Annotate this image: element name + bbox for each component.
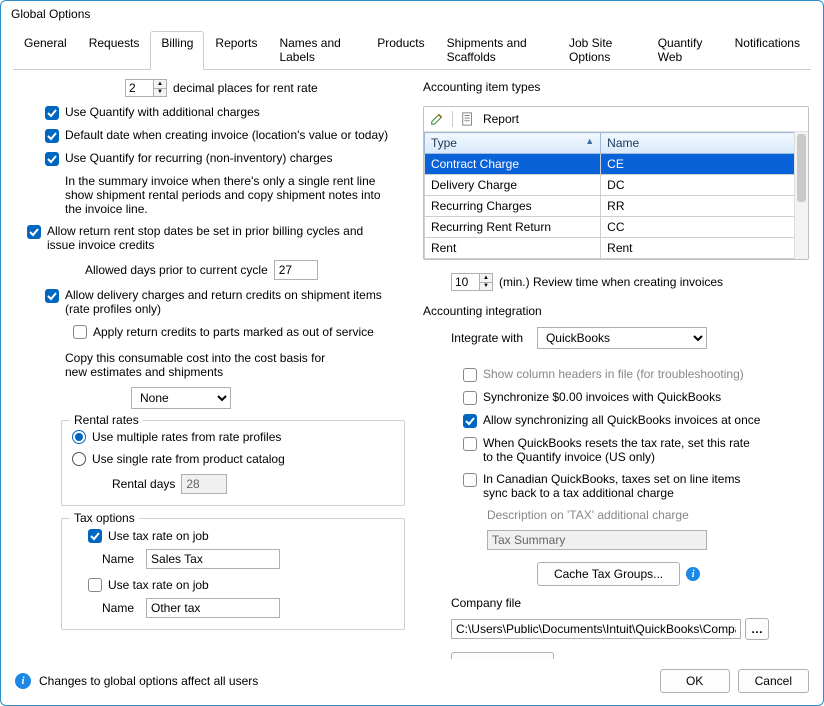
tax-name-1-input[interactable] — [146, 549, 280, 569]
use-quantify-recurring-label: Use Quantify for recurring (non-inventor… — [65, 151, 332, 165]
show-column-headers-label: Show column headers in file (for trouble… — [483, 367, 744, 381]
allow-delivery-charges-label: Allow delivery charges and return credit… — [65, 288, 395, 316]
cancel-button[interactable]: Cancel — [738, 669, 809, 693]
allow-return-rent-label: Allow return rent stop dates be set in p… — [47, 224, 387, 252]
rental-multi-radio[interactable] — [72, 430, 86, 444]
info-icon: i — [15, 673, 31, 689]
tax-name-1-label: Name — [102, 552, 140, 566]
rental-single-label: Use single rate from product catalog — [92, 452, 285, 466]
company-file-input[interactable] — [451, 619, 741, 639]
tax-desc-input — [487, 530, 707, 550]
rental-rates-legend: Rental rates — [70, 413, 143, 427]
apply-return-credits-label: Apply return credits to parts marked as … — [93, 325, 374, 339]
sync-zero-checkbox[interactable] — [463, 391, 477, 405]
qb-reset-tax-checkbox[interactable] — [463, 437, 477, 451]
tax-name-2-input[interactable] — [146, 598, 280, 618]
tabs-bar: General Requests Billing Reports Names a… — [13, 31, 811, 70]
tab-requests[interactable]: Requests — [78, 31, 151, 70]
table-row[interactable]: Recurring ChargesRR — [424, 196, 807, 217]
accounting-integration-label: Accounting integration — [423, 304, 809, 318]
spin-up-icon[interactable]: ▲ — [480, 274, 492, 283]
tax-desc-label: Description on 'TAX' additional charge — [487, 508, 689, 522]
allowed-days-input[interactable] — [274, 260, 318, 280]
apply-return-credits-checkbox[interactable] — [73, 325, 87, 339]
sort-asc-icon: ▲ — [585, 136, 594, 146]
default-date-label: Default date when creating invoice (loca… — [65, 128, 388, 142]
tab-shipments[interactable]: Shipments and Scaffolds — [436, 31, 558, 70]
table-row[interactable]: Contract ChargeCE — [424, 154, 807, 175]
table-row[interactable]: Delivery ChargeDC — [424, 175, 807, 196]
test-settings-button[interactable]: Test Settings — [451, 652, 554, 659]
cache-tax-groups-button[interactable]: Cache Tax Groups... — [537, 562, 680, 586]
table-scrollbar[interactable] — [794, 132, 808, 259]
tab-quantify-web[interactable]: Quantify Web — [647, 31, 724, 70]
canadian-qb-label: In Canadian QuickBooks, taxes set on lin… — [483, 472, 763, 500]
review-minutes-spinner[interactable]: ▲▼ — [451, 273, 493, 291]
rental-days-label: Rental days — [112, 477, 175, 491]
table-row[interactable]: RentRent — [424, 238, 807, 259]
spin-down-icon[interactable]: ▼ — [154, 89, 166, 97]
tab-names-labels[interactable]: Names and Labels — [268, 31, 366, 70]
footer-notice: Changes to global options affect all use… — [39, 674, 258, 688]
use-quantify-addl-label: Use Quantify with additional charges — [65, 105, 260, 119]
browse-button[interactable]: … — [745, 618, 769, 640]
copy-consumable-label: Copy this consumable cost into the cost … — [65, 351, 345, 379]
col-name-header[interactable]: Name — [601, 133, 808, 154]
sync-all-label: Allow synchronizing all QuickBooks invoi… — [483, 413, 760, 427]
window-title: Global Options — [1, 1, 823, 23]
company-file-label: Company file — [451, 596, 521, 610]
tab-notifications[interactable]: Notifications — [724, 31, 811, 70]
accounting-item-types-label: Accounting item types — [423, 80, 809, 94]
canadian-qb-checkbox[interactable] — [463, 473, 477, 487]
review-minutes-label: (min.) Review time when creating invoice… — [499, 275, 723, 289]
use-tax-rate-2-checkbox[interactable] — [88, 578, 102, 592]
info-icon[interactable]: i — [686, 567, 700, 581]
spin-up-icon[interactable]: ▲ — [154, 80, 166, 89]
report-icon[interactable] — [459, 110, 477, 128]
use-tax-rate-1-label: Use tax rate on job — [108, 529, 209, 543]
table-row[interactable]: Recurring Rent ReturnCC — [424, 217, 807, 238]
rental-multi-label: Use multiple rates from rate profiles — [92, 430, 281, 444]
use-quantify-addl-checkbox[interactable] — [45, 106, 59, 120]
use-quantify-recurring-checkbox[interactable] — [45, 152, 59, 166]
decimal-places-spinner[interactable]: ▲▼ — [125, 79, 167, 97]
tab-billing[interactable]: Billing — [150, 31, 204, 70]
decimal-places-input[interactable] — [125, 79, 153, 97]
allow-return-rent-checkbox[interactable] — [27, 225, 41, 239]
accounting-item-table: Report Type▲ Name Contract ChargeCE — [423, 106, 809, 260]
spin-down-icon[interactable]: ▼ — [480, 283, 492, 291]
tab-products[interactable]: Products — [366, 31, 435, 70]
show-column-headers-checkbox[interactable] — [463, 368, 477, 382]
edit-icon[interactable] — [428, 110, 446, 128]
decimal-places-label: decimal places for rent rate — [173, 81, 318, 95]
use-tax-rate-2-label: Use tax rate on job — [108, 578, 209, 592]
summary-invoice-text: In the summary invoice when there's only… — [65, 174, 385, 216]
allow-delivery-charges-checkbox[interactable] — [45, 289, 59, 303]
qb-reset-tax-label: When QuickBooks resets the tax rate, set… — [483, 436, 763, 464]
col-type-header[interactable]: Type▲ — [424, 133, 600, 154]
tax-options-legend: Tax options — [70, 511, 139, 525]
default-date-checkbox[interactable] — [45, 129, 59, 143]
report-label[interactable]: Report — [483, 112, 519, 126]
tab-reports[interactable]: Reports — [204, 31, 268, 70]
rental-days-input — [181, 474, 227, 494]
integrate-with-label: Integrate with — [451, 331, 531, 345]
use-tax-rate-1-checkbox[interactable] — [88, 529, 102, 543]
sync-all-checkbox[interactable] — [463, 414, 477, 428]
allowed-days-label: Allowed days prior to current cycle — [85, 263, 268, 277]
tax-name-2-label: Name — [102, 601, 140, 615]
rental-rates-group: Rental rates Use multiple rates from rat… — [61, 420, 405, 506]
tab-general[interactable]: General — [13, 31, 78, 70]
review-minutes-input[interactable] — [451, 273, 479, 291]
integrate-with-select[interactable]: QuickBooks — [537, 327, 707, 349]
copy-consumable-select[interactable]: None — [131, 387, 231, 409]
tax-options-group: Tax options Use tax rate on job Name Use… — [61, 518, 405, 630]
sync-zero-label: Synchronize $0.00 invoices with QuickBoo… — [483, 390, 721, 404]
tab-job-site-options[interactable]: Job Site Options — [558, 31, 647, 70]
rental-single-radio[interactable] — [72, 452, 86, 466]
ok-button[interactable]: OK — [660, 669, 730, 693]
